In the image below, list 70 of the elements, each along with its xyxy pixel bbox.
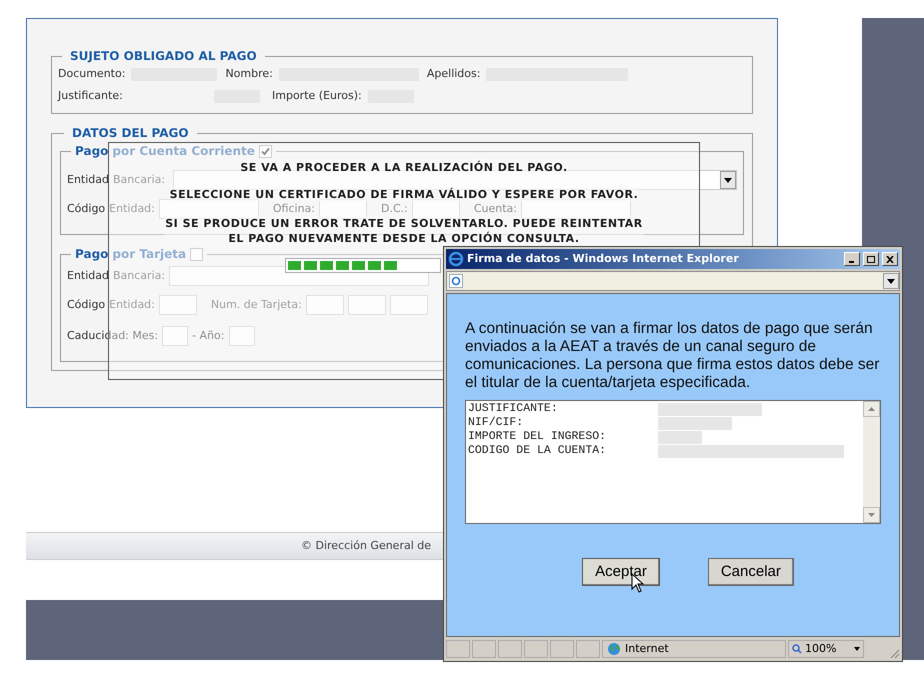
field-label: Entidad <box>67 268 109 284</box>
maximize-icon <box>867 256 875 262</box>
field-label: Código <box>67 200 106 217</box>
checkbox[interactable] <box>190 248 204 260</box>
section-title: Pago <box>75 246 108 263</box>
resize-grip-icon <box>888 647 900 659</box>
input-field[interactable] <box>306 295 344 315</box>
intro-text: A continuación se van a firmar los datos de pago que serán enviados a la AEAT a través de un canal seguro de comunicaciones. La persona que firma estos datos debe ser el titular de la cuenta/tarjeta especificada. <box>465 320 880 392</box>
field-label: D.C.: <box>380 200 408 217</box>
detail-label: IMPORTE DEL INGRESO: <box>468 429 608 445</box>
field-label: Nombre: <box>225 66 273 82</box>
field-label: Importe (Euros): <box>272 88 362 104</box>
caret-icon <box>887 278 895 284</box>
input-field[interactable] <box>158 199 259 219</box>
copyright-text: © Dirección General de <box>301 538 432 554</box>
status-pane <box>472 640 496 658</box>
section-title: Pago <box>75 143 108 160</box>
check-icon <box>260 146 270 156</box>
input-field[interactable] <box>228 326 254 346</box>
checkbox[interactable] <box>258 144 272 158</box>
section-title: por Cuenta Corriente <box>112 143 255 160</box>
field-label: Num. de Tarjeta: <box>210 296 302 313</box>
field-label: Documento: <box>58 66 126 82</box>
scroll-up-icon[interactable] <box>863 401 880 417</box>
input-field[interactable] <box>521 199 631 219</box>
browser-logo-icon <box>448 251 464 267</box>
section-title: DATOS DEL PAGO <box>71 125 190 142</box>
zoom-control[interactable]: 100% <box>788 640 864 658</box>
field-label: Entidad: <box>109 296 155 313</box>
globe-icon <box>607 642 621 656</box>
input-field[interactable] <box>158 295 197 315</box>
window-title: Firma de datos - Windows Internet Explorer <box>467 250 740 267</box>
scroll-down-icon[interactable] <box>863 507 880 523</box>
field-label: Código <box>67 296 106 313</box>
section-title: SUJETO OBLIGADO AL PAGO <box>69 48 258 65</box>
detail-label: CODIGO DE LA CUENTA: <box>468 443 608 460</box>
close-icon <box>886 256 894 262</box>
field-label: - Año: <box>192 328 224 344</box>
page-icon <box>449 274 463 288</box>
dropdown-button[interactable] <box>883 273 899 289</box>
field-label: Apellidos: <box>426 66 480 82</box>
detail-label: NIF/CIF: <box>468 415 524 431</box>
detail-label: JUSTIFICANTE: <box>468 401 559 416</box>
magnifier-icon <box>792 644 802 654</box>
cancel-button[interactable]: Cancelar <box>708 558 794 586</box>
field-label: Entidad: <box>109 200 155 217</box>
status-pane <box>550 640 574 658</box>
status-pane <box>524 640 548 658</box>
field-label: Oficina: <box>272 200 315 217</box>
caret-icon <box>720 171 736 189</box>
field-label: Bancaria: <box>113 268 166 284</box>
zone-text: Internet <box>625 640 669 657</box>
input-field[interactable] <box>162 326 188 346</box>
close-button[interactable] <box>882 252 898 266</box>
field-label: Justificante: <box>58 88 124 104</box>
status-pane <box>576 640 600 658</box>
input-field[interactable] <box>318 199 367 219</box>
maximize-button[interactable] <box>863 252 879 266</box>
message-text: SELECCIONE UN CERTIFICADO DE FIRMA VÁLIDO Y ESPERE POR FAVOR. <box>170 187 638 202</box>
field-label: Entidad <box>67 172 109 188</box>
input-field[interactable] <box>348 295 386 315</box>
status-pane <box>498 640 522 658</box>
field-label: Cuenta: <box>474 200 517 217</box>
section-title: por Tarjeta <box>112 246 186 263</box>
caret-icon <box>854 647 860 651</box>
input-field[interactable] <box>390 295 428 315</box>
input-field[interactable] <box>412 199 460 219</box>
minimize-button[interactable] <box>844 252 860 266</box>
field-label: Bancaria: <box>113 172 166 188</box>
status-pane <box>446 640 470 658</box>
